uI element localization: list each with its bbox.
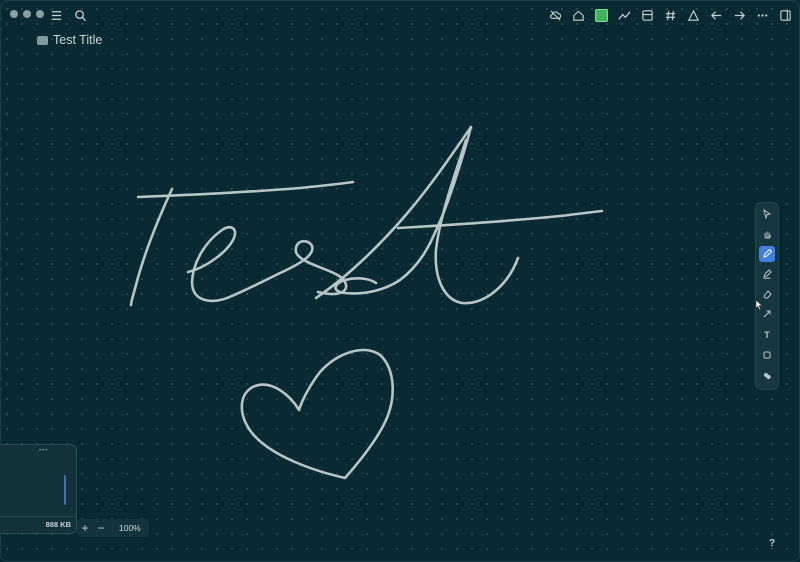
minimap-divider [0, 516, 76, 517]
square-icon[interactable] [759, 347, 775, 363]
image-icon[interactable] [759, 368, 775, 384]
ink-stroke-heart [240, 348, 394, 480]
ink-stroke-a-left [314, 125, 473, 300]
minimap-panel[interactable]: ••• 888 KB [0, 444, 77, 534]
zoom-controls: + − 100% [77, 519, 149, 537]
pen-icon[interactable] [759, 246, 775, 262]
highlighter-icon[interactable] [759, 266, 775, 282]
ink-stroke-a-crossbar [396, 209, 604, 230]
ink-stroke-t-stem [129, 187, 174, 307]
minimap-dots: ••• [39, 448, 49, 454]
drawing-toolbar: T [755, 202, 779, 390]
drawing-canvas[interactable] [0, 0, 800, 562]
text-icon[interactable]: T [759, 327, 775, 343]
pointer-icon[interactable] [759, 206, 775, 222]
mouse-cursor-icon [755, 299, 763, 311]
hand-icon[interactable] [759, 226, 775, 242]
help-button[interactable]: ? [764, 536, 780, 552]
zoom-level[interactable]: 100% [119, 523, 141, 533]
minimap-scrollbar[interactable] [64, 475, 66, 505]
file-size-label: 888 KB [45, 520, 71, 529]
zoom-out-button[interactable]: − [93, 521, 109, 535]
ink-stroke-e [186, 225, 280, 303]
zoom-in-button[interactable]: + [77, 521, 93, 535]
